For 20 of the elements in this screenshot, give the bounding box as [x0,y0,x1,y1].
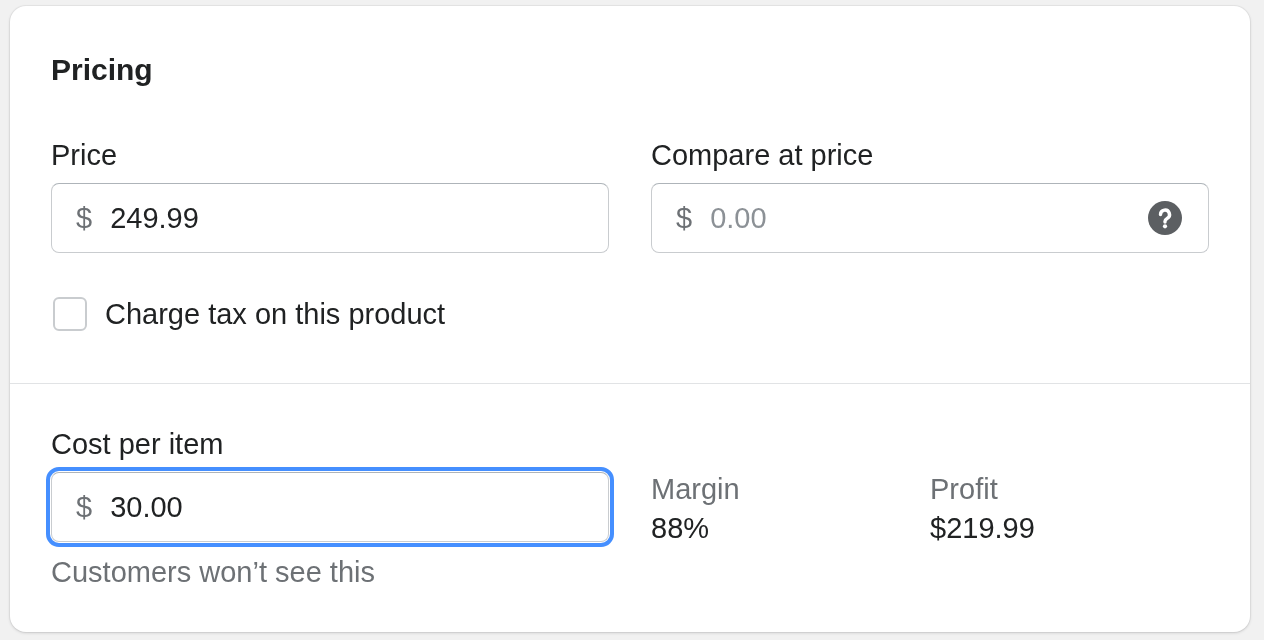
help-icon[interactable] [1148,201,1182,235]
currency-symbol: $ [76,201,93,235]
stat-label: Margin [651,472,740,506]
amount-input[interactable]: 0.00 [710,201,1148,235]
field-label: Compare at price [651,138,874,172]
field-label: Price [51,138,118,172]
card-title: Pricing [51,52,153,88]
currency-symbol: $ [676,201,693,235]
stat-value: $219.99 [930,511,1035,545]
stat-value: 88% [651,511,710,545]
checkbox-label: Charge tax on this product [105,297,446,331]
field-label: Cost per item [51,427,224,461]
checkbox[interactable] [53,297,87,331]
currency-symbol: $ [76,490,93,524]
currency-field[interactable]: $ 0.00 [651,183,1209,253]
help-text: Customers won’t see this [51,555,375,589]
amount-input[interactable]: 30.00 [110,490,582,524]
stat-label: Profit [930,472,998,506]
amount-input[interactable]: 249.99 [110,201,582,235]
currency-field[interactable]: $ 249.99 [51,183,609,253]
